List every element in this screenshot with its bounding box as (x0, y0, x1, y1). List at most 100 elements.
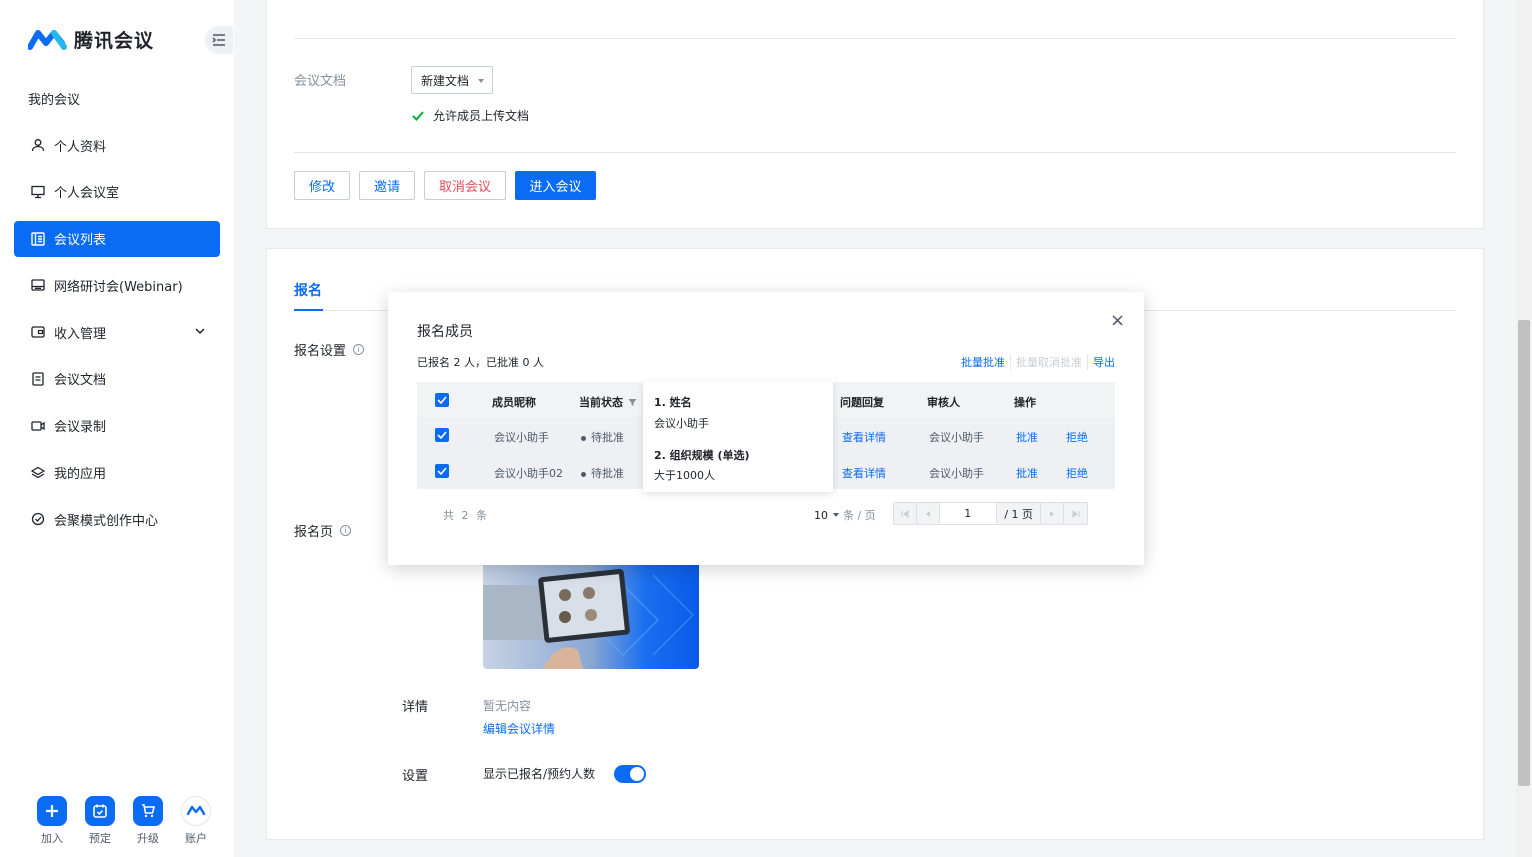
caret-down-icon (833, 513, 839, 517)
info-icon[interactable]: i (340, 525, 352, 536)
invite-button[interactable]: 邀请 (359, 171, 415, 200)
new-document-select-value: 新建文档 (421, 73, 470, 88)
webinar-icon (30, 277, 46, 293)
edit-meeting-detail-link[interactable]: 编辑会议详情 (483, 720, 555, 737)
chevron-down-icon[interactable] (194, 325, 206, 341)
enter-meeting-button[interactable]: 进入会议 (515, 171, 596, 200)
sidebar-item-documents[interactable]: 会议文档 (14, 361, 220, 397)
tooltip-answer-2: 大于1000人 (654, 469, 715, 482)
approve-link[interactable]: 批准 (1016, 465, 1038, 481)
sidebar-item-label: 网络研讨会(Webinar) (54, 279, 183, 295)
sidebar-item-label: 个人会议室 (54, 186, 120, 202)
page-size-value: 10 (814, 508, 828, 522)
registration-settings-text: 报名设置 (294, 344, 347, 359)
row-status-text: 待批准 (591, 467, 624, 480)
check-icon (412, 110, 424, 121)
row-reviewer: 会议小助手 (929, 431, 984, 444)
sidebar-item-webinar[interactable]: 网络研讨会(Webinar) (14, 267, 220, 303)
document-icon (30, 371, 46, 387)
registration-cover-image (483, 565, 699, 669)
view-detail-link[interactable]: 查看详情 (842, 429, 886, 445)
select-all-checkbox[interactable] (435, 393, 449, 407)
export-button[interactable]: 导出 (1088, 354, 1115, 370)
caret-down-icon (478, 79, 484, 83)
sidebar-item-meeting-list[interactable]: 会议列表 (14, 220, 220, 257)
modify-button[interactable]: 修改 (294, 171, 350, 200)
approve-link[interactable]: 批准 (1016, 429, 1038, 445)
sidebar-item-label: 个人资料 (54, 139, 107, 155)
show-count-label: 显示已报名/预约人数 (483, 767, 596, 781)
registration-summary: 已报名 2 人，已批准 0 人 (417, 356, 544, 369)
sidebar-item-label: 会议列表 (54, 233, 107, 249)
sidebar-item-creator-center[interactable]: 会聚模式创作中心 (14, 501, 220, 537)
sidebar-item-profile[interactable]: 个人资料 (14, 127, 220, 163)
batch-approve-button[interactable]: 批量批准 (956, 354, 1011, 370)
video-icon (30, 418, 46, 434)
pager-total: 共 2 条 (443, 509, 489, 522)
account-label: 账户 (185, 832, 207, 845)
creator-icon (30, 511, 46, 527)
page-number-input[interactable]: 1 (939, 503, 997, 524)
setting-label: 设置 (402, 769, 429, 784)
sidebar-item-label: 会议录制 (54, 420, 107, 436)
reject-link[interactable]: 拒绝 (1066, 465, 1088, 481)
sidebar-item-my-apps[interactable]: 我的应用 (14, 455, 220, 491)
prev-page-icon[interactable] (916, 503, 940, 524)
row-nickname: 会议小助手02 (494, 467, 563, 480)
column-status-text: 当前状态 (579, 396, 623, 409)
user-icon (30, 137, 46, 153)
new-document-select[interactable]: 新建文档 (411, 66, 493, 94)
column-status: 当前状态 (579, 394, 637, 410)
sidebar-section-title: 我的会议 (28, 93, 81, 108)
last-page-icon[interactable] (1064, 503, 1087, 524)
app-name: 腾讯会议 (74, 30, 155, 52)
app-logo[interactable]: 腾讯会议 (27, 26, 155, 53)
tencent-meeting-logo-icon (27, 27, 68, 53)
row-status-text: 待批准 (591, 431, 624, 444)
row-checkbox[interactable] (435, 464, 449, 478)
sidebar-item-income[interactable]: 收入管理 (14, 314, 220, 350)
collapse-sidebar-button[interactable] (205, 26, 233, 54)
join-button[interactable]: 加入 (28, 796, 76, 846)
registration-page-label: 报名页 i (294, 521, 352, 540)
pagination: 1 / 1 页 (893, 502, 1088, 525)
sidebar-item-recordings[interactable]: 会议录制 (14, 408, 220, 444)
reply-detail-tooltip: 1. 姓名 会议小助手 2. 组织规模 (单选) 大于1000人 (643, 381, 833, 492)
batch-unapprove-button[interactable]: 批量取消批准 (1011, 354, 1088, 370)
menu-fold-icon (212, 34, 225, 46)
info-icon[interactable]: i (353, 344, 365, 355)
tab-registration[interactable]: 报名 (294, 280, 322, 300)
first-page-icon[interactable] (894, 503, 917, 524)
scrollbar-thumb[interactable] (1518, 320, 1530, 786)
upgrade-label: 升级 (137, 832, 159, 845)
account-button[interactable]: 账户 (172, 796, 220, 846)
row-status: 待批准 (581, 429, 624, 445)
tooltip-question-2: 2. 组织规模 (单选) (654, 449, 750, 462)
status-dot-icon (581, 471, 586, 477)
total-pages: / 1 页 (996, 503, 1042, 524)
reject-link[interactable]: 拒绝 (1066, 429, 1088, 445)
page-size-select[interactable]: 10 条 / 页 (814, 507, 876, 523)
close-icon[interactable]: × (1110, 310, 1125, 331)
upgrade-button[interactable]: 升级 (124, 796, 172, 846)
detail-empty-text: 暂无内容 (483, 699, 532, 713)
monitor-icon (30, 184, 46, 200)
schedule-button[interactable]: 预定 (76, 796, 124, 846)
filter-icon[interactable] (628, 398, 637, 407)
column-actions: 操作 (1014, 396, 1036, 409)
layers-icon (30, 465, 46, 481)
column-reviewer: 审核人 (927, 396, 960, 409)
schedule-label: 预定 (89, 832, 111, 845)
next-page-icon[interactable] (1041, 503, 1065, 524)
view-detail-link[interactable]: 查看详情 (842, 465, 886, 481)
tab-active-indicator (294, 309, 323, 311)
plus-icon (37, 796, 67, 826)
cancel-meeting-button[interactable]: 取消会议 (424, 171, 506, 200)
row-checkbox[interactable] (435, 428, 449, 442)
modal-actions: 批量批准 批量取消批准 导出 (956, 354, 1115, 370)
show-count-toggle[interactable] (614, 765, 646, 783)
column-nickname: 成员昵称 (492, 396, 536, 409)
sidebar-item-personal-room[interactable]: 个人会议室 (14, 174, 220, 210)
divider (294, 152, 1456, 153)
row-status: 待批准 (581, 465, 624, 481)
